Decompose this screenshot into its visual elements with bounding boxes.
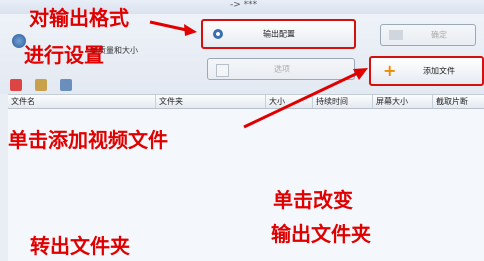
arrow-to-add-file bbox=[243, 68, 368, 129]
